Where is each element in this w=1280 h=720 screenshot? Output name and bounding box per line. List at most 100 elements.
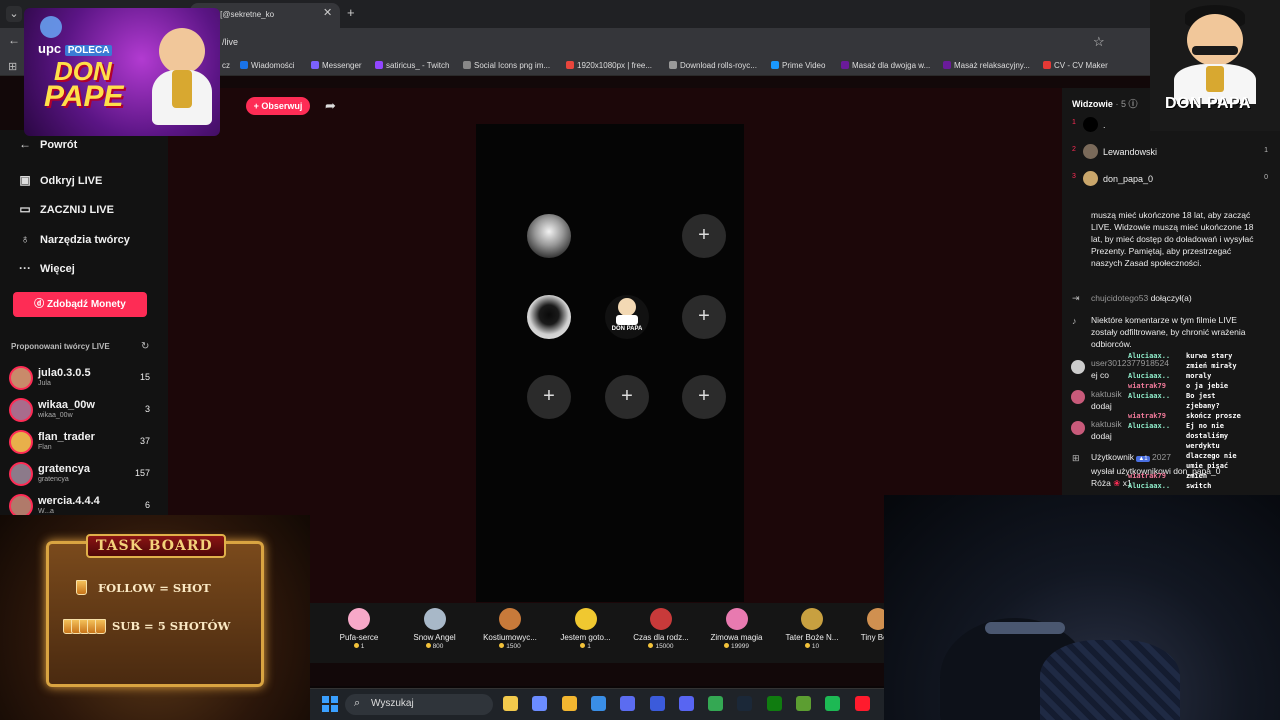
taskbar-search[interactable]: Wyszukaj xyxy=(345,694,493,715)
viewer-name: Lewandowski xyxy=(1103,147,1158,157)
chat-username[interactable]: kaktusik xyxy=(1091,389,1122,399)
suggested-creator[interactable]: wikaa_00w wikaa_00w 3 xyxy=(9,398,159,426)
opera-icon[interactable] xyxy=(854,696,870,711)
viewers-count: 5 xyxy=(1120,99,1126,109)
xbox-icon[interactable] xyxy=(766,696,782,711)
url-field[interactable]: /live xyxy=(222,37,238,47)
overlay-chat-text: zmień xyxy=(1186,472,1208,480)
bookmark-item[interactable]: cz xyxy=(222,61,230,70)
gift-name: Zimowa magia xyxy=(710,633,763,642)
bookmark-item[interactable]: Masaż dla dwojga w... xyxy=(841,61,930,70)
bookmark-favicon xyxy=(943,61,951,69)
windows-start-icon[interactable] xyxy=(322,696,338,712)
bookmark-item[interactable]: Social Icons png im... xyxy=(463,61,550,70)
bookmark-item[interactable]: Prime Video xyxy=(771,61,825,70)
bookmark-item[interactable]: Download rolls-royc... xyxy=(669,61,757,70)
gift-item[interactable]: Snow Angel 800 xyxy=(400,608,470,650)
spotify-icon[interactable] xyxy=(825,696,841,711)
suggested-creators-title: Proponowani twórcy LIVE xyxy=(11,342,110,351)
gift-price: 1 xyxy=(324,643,394,650)
file-explorer-icon[interactable] xyxy=(503,696,518,711)
add-guest-button[interactable]: + xyxy=(682,295,726,339)
sidebar-item-label: Odkryj LIVE xyxy=(40,175,103,187)
coin-icon: ⓓ xyxy=(34,299,47,310)
bookmark-item[interactable]: CV - CV Maker xyxy=(1043,61,1108,70)
suggested-creator[interactable]: gratencya gratencya 157 xyxy=(9,462,159,490)
sidebar-back[interactable]: ← Powrót xyxy=(16,137,77,151)
viewer-count: 157 xyxy=(134,468,150,478)
overlay-chat-line: dostaliśmy xyxy=(1128,432,1268,441)
suggested-creator[interactable]: jula0.3.0.5 Jula 15 xyxy=(9,366,159,394)
follow-button[interactable]: + Obserwuj xyxy=(246,97,310,115)
guest-avatar[interactable] xyxy=(527,214,571,258)
task-line: SUB = 5 SHOTÓW xyxy=(112,619,231,633)
gift-item[interactable]: Pufa-serce 1 xyxy=(324,608,394,650)
bookmark-item[interactable]: Masaż relaksacyjny... xyxy=(943,61,1030,70)
sidebar-item-narzedzia[interactable]: ♁ Narzędzia twórcy xyxy=(16,232,130,246)
gift-item[interactable]: Czas dla rodz... 15000 xyxy=(626,608,696,650)
guest-avatar[interactable] xyxy=(527,295,571,339)
folder-icon[interactable] xyxy=(561,696,577,711)
mascot-face xyxy=(1187,14,1243,66)
browser-back-icon[interactable]: ← xyxy=(8,33,20,47)
tab-search-dropdown-icon[interactable]: ⌄ xyxy=(6,6,22,22)
sidebar-item-zacznij-live[interactable]: ▭ ZACZNIJ LIVE xyxy=(16,202,114,216)
discord-icon[interactable] xyxy=(678,696,694,711)
avatar xyxy=(1071,390,1085,404)
info-icon[interactable]: ⓘ xyxy=(1128,99,1137,109)
chat-username[interactable]: kaktusik xyxy=(1091,419,1122,429)
bookmark-item[interactable]: 1920x1080px | free... xyxy=(566,61,652,70)
refresh-icon[interactable]: ↻ xyxy=(141,341,149,352)
add-guest-button[interactable]: + xyxy=(682,375,726,419)
l-app-icon[interactable] xyxy=(649,696,665,711)
gift-item[interactable]: Kostiumowyc... 1500 xyxy=(475,608,545,650)
system-notice: muszą mieć ukończone 18 lat, aby zacząć … xyxy=(1091,210,1254,268)
logo-upc: upc xyxy=(38,41,62,56)
get-coins-button[interactable]: ⓓ Zdobądź Monety xyxy=(13,292,147,317)
suggested-creator[interactable]: flan_trader Flan 37 xyxy=(9,430,159,458)
vpn-icon[interactable] xyxy=(620,696,636,711)
creator-subname: Flan xyxy=(38,444,52,451)
bookmark-item[interactable]: Wiadomości xyxy=(240,61,295,70)
gift-item[interactable]: Zimowa magia 19999 xyxy=(702,608,772,650)
bookmark-label: Masaż dla dwojga w... xyxy=(852,61,931,70)
tab-close-icon[interactable]: ✕ xyxy=(323,6,332,19)
bookmark-star-icon[interactable]: ☆ xyxy=(1093,34,1105,50)
sidebar-item-odkryj-live[interactable]: ▣ Odkryj LIVE xyxy=(16,173,102,187)
chat-text: dodaj xyxy=(1091,401,1112,411)
mascot-chain xyxy=(172,70,192,108)
viewer-count: 3 xyxy=(144,404,150,414)
overlay-chat-text: switch xyxy=(1186,482,1212,490)
new-tab-icon[interactable]: + xyxy=(347,5,355,20)
overlay-chat-line: Aluciaax.. switch xyxy=(1128,482,1268,491)
viewer-row[interactable]: 3 don_papa_0 0 xyxy=(1072,171,1268,187)
bookmark-label: satiricus_ - Twitch xyxy=(386,61,450,70)
add-guest-button[interactable]: + xyxy=(527,375,571,419)
steam-icon[interactable] xyxy=(737,696,753,711)
sidebar-item-label: ZACZNIJ LIVE xyxy=(40,204,114,216)
back-arrow-icon: ← xyxy=(19,137,31,151)
share-icon[interactable]: ➦ xyxy=(325,98,336,114)
gift-item[interactable]: Jestem goto... 1 xyxy=(551,608,621,650)
bookmark-item[interactable]: satiricus_ - Twitch xyxy=(375,61,449,70)
gift-icon xyxy=(650,608,672,630)
apps-grid-icon[interactable]: ⊞ xyxy=(8,60,17,73)
gift-name: Pufa-serce xyxy=(339,633,379,642)
minecraft-icon[interactable] xyxy=(796,696,811,711)
guest-avatar[interactable]: DON PAPA xyxy=(605,295,649,339)
add-guest-button[interactable]: + xyxy=(682,214,726,258)
chat-username[interactable]: chujcidotego53 xyxy=(1091,293,1148,303)
sidebar-item-wiecej[interactable]: ··· Więcej xyxy=(16,261,75,275)
overlay-chat-line: Aluciaax.. kurwa stary xyxy=(1128,352,1268,361)
bookmark-item[interactable]: Messenger xyxy=(311,61,362,70)
add-guest-button[interactable]: + xyxy=(605,375,649,419)
shot-glass-icon xyxy=(76,580,87,595)
copilot-icon[interactable] xyxy=(532,696,548,711)
avatar xyxy=(1071,421,1085,435)
gift-price: 1500 xyxy=(475,643,545,650)
viewer-row[interactable]: 2 Lewandowski 1 xyxy=(1072,144,1268,160)
overlay-chat-user: Aluciaax.. xyxy=(1128,422,1171,430)
store-icon[interactable] xyxy=(590,696,606,711)
chrome-icon[interactable] xyxy=(708,696,724,711)
gift-item[interactable]: Tater Boże N... 10 xyxy=(777,608,847,650)
